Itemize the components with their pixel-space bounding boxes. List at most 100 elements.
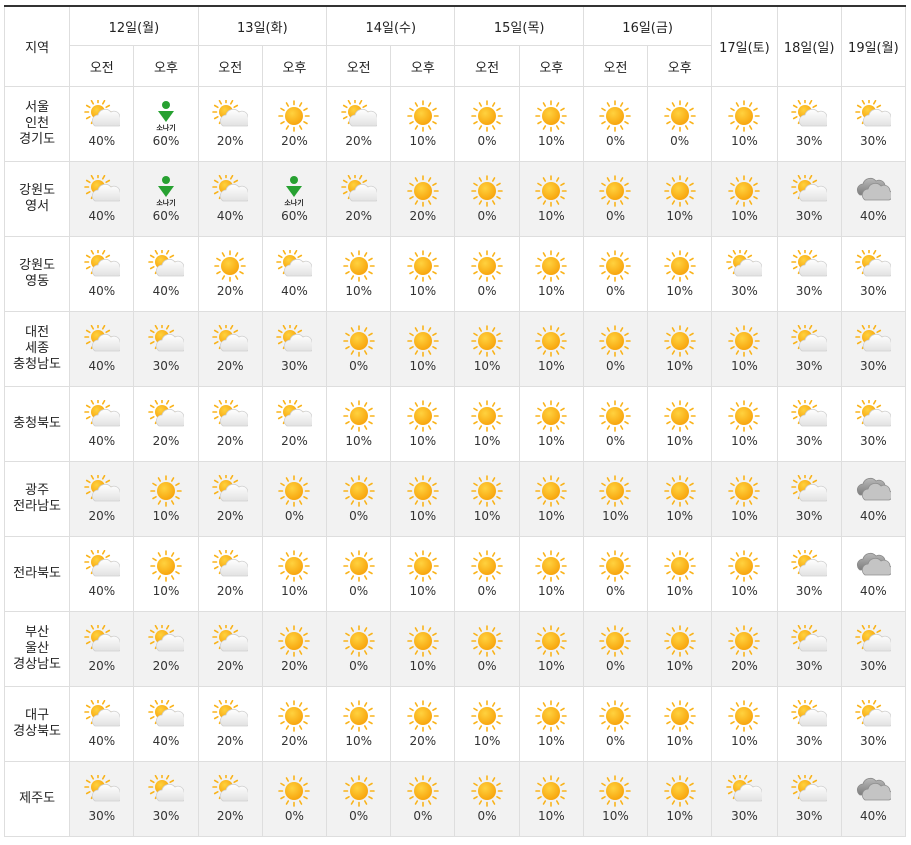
sunny-icon <box>728 100 761 132</box>
precip-probability: 20% <box>216 134 244 148</box>
forecast-cell: 10% <box>133 461 199 537</box>
forecast-cell: 20% <box>261 86 328 162</box>
am-header: 오전 <box>326 45 392 87</box>
region-name-line: 강원도 <box>19 183 56 198</box>
forecast-cell: 40% <box>69 86 135 162</box>
precip-probability: 10% <box>666 284 694 298</box>
sunny-icon <box>599 100 632 132</box>
precip-probability: 10% <box>731 209 758 223</box>
forecast-cell: 10% <box>390 86 456 162</box>
forecast-cell: 20% <box>133 611 199 687</box>
forecast-cell: 10% <box>390 386 456 462</box>
forecast-cell: 20% <box>197 536 263 612</box>
forecast-cell: 소나기 60% <box>133 86 199 162</box>
forecast-cell: 0% <box>582 611 649 687</box>
forecast-cell: 10% <box>326 236 392 312</box>
region-name: 대전 세종 충청남도 <box>3 311 71 387</box>
partly-cloudy-icon <box>855 250 892 277</box>
table-row: 강원도 영동 40% 40% 20% 40% 10% 10% 0% 10% 0% 10% 30% 30% 3… <box>3 236 907 312</box>
precip-probability: 10% <box>473 509 501 523</box>
partly-cloudy-icon <box>855 625 892 652</box>
forecast-cell: 10% <box>518 461 584 537</box>
partly-cloudy-icon <box>212 625 249 652</box>
forecast-cell: 40% <box>69 536 135 612</box>
sunny-icon <box>342 550 375 582</box>
partly-cloudy-icon <box>791 475 828 502</box>
forecast-cell: 소나기 60% <box>261 161 328 237</box>
am-header: 오전 <box>197 45 263 87</box>
partly-cloudy-icon <box>340 175 377 202</box>
precip-probability: 0% <box>349 659 369 673</box>
precip-probability: 30% <box>795 434 823 448</box>
precip-probability: 20% <box>281 734 308 748</box>
forecast-cell: 10% <box>711 461 778 537</box>
forecast-cell: 30% <box>840 236 907 312</box>
forecast-cell: 0% <box>647 86 713 162</box>
region-column-header: 지역 <box>3 5 71 87</box>
region-name-line: 전라남도 <box>13 499 62 514</box>
precip-probability: 0% <box>413 809 433 823</box>
forecast-cell: 10% <box>454 461 520 537</box>
precip-probability: 10% <box>602 809 629 823</box>
partly-cloudy-icon <box>276 250 313 277</box>
partly-cloudy-icon <box>726 775 763 802</box>
forecast-cell: 10% <box>711 386 778 462</box>
precip-probability: 30% <box>795 209 823 223</box>
precip-probability: 10% <box>666 809 694 823</box>
forecast-cell: 30% <box>133 311 199 387</box>
precip-probability: 0% <box>670 134 690 148</box>
forecast-cell: 10% <box>518 86 584 162</box>
precip-probability: 20% <box>409 209 437 223</box>
partly-cloudy-icon <box>148 625 185 652</box>
precip-probability: 20% <box>281 434 308 448</box>
forecast-cell: 40% <box>133 686 199 762</box>
sunny-icon <box>599 550 632 582</box>
precip-probability: 40% <box>88 134 116 148</box>
precip-probability: 0% <box>477 134 497 148</box>
partly-cloudy-icon <box>212 775 249 802</box>
forecast-cell: 20% <box>197 611 263 687</box>
precip-probability: 10% <box>731 434 758 448</box>
forecast-cell: 0% <box>454 761 520 837</box>
precip-probability: 10% <box>537 209 565 223</box>
cloudy-icon <box>857 777 892 801</box>
sunny-icon <box>278 625 311 657</box>
precip-probability: 0% <box>349 359 369 373</box>
precip-probability: 10% <box>152 509 180 523</box>
precip-probability: 10% <box>537 509 565 523</box>
weekly-forecast-table: 지역 12일(월) 13일(화) 14일(수) 15일(목) 16일(금) 17일(토) 18… <box>3 5 907 837</box>
forecast-cell: 10% <box>647 386 713 462</box>
forecast-cell: 30% <box>776 461 842 537</box>
precip-probability: 20% <box>216 284 244 298</box>
sunny-icon <box>471 700 503 732</box>
precip-probability: 30% <box>731 809 758 823</box>
table-row: 제주도 30% 30% 20% 0% 0% 0% 0% 10% 10% 10% 30% 30% 40% <box>3 761 907 837</box>
forecast-cell: 30% <box>711 761 778 837</box>
sunny-icon <box>471 625 503 657</box>
precip-probability: 10% <box>537 659 565 673</box>
sunny-icon <box>728 325 761 357</box>
precip-probability: 0% <box>477 809 497 823</box>
sunny-icon <box>599 700 632 732</box>
sunny-icon <box>535 175 568 207</box>
sunny-icon <box>407 625 439 657</box>
partly-cloudy-icon <box>855 700 892 727</box>
precip-probability: 30% <box>860 734 887 748</box>
shower-label: 소나기 <box>285 198 304 207</box>
forecast-cell: 0% <box>326 761 392 837</box>
forecast-cell: 10% <box>518 686 584 762</box>
precip-probability: 30% <box>795 809 823 823</box>
partly-cloudy-icon <box>791 625 828 652</box>
partly-cloudy-icon <box>212 175 249 202</box>
sunny-icon <box>407 250 439 282</box>
forecast-cell: 30% <box>840 686 907 762</box>
forecast-cell: 10% <box>647 611 713 687</box>
sunny-icon <box>471 100 503 132</box>
sunny-icon <box>471 175 503 207</box>
forecast-cell: 40% <box>840 761 907 837</box>
forecast-cell: 0% <box>261 461 328 537</box>
sunny-icon <box>728 625 761 657</box>
day-header: 16일(금) <box>582 5 713 46</box>
sunny-icon <box>471 775 503 807</box>
forecast-cell: 30% <box>776 686 842 762</box>
